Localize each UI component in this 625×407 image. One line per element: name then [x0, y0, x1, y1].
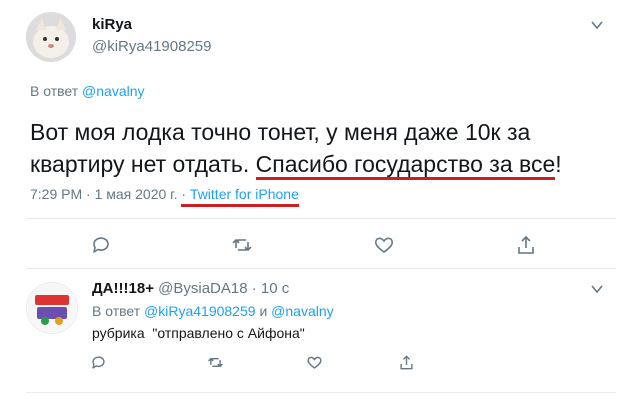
like-icon[interactable] [373, 234, 395, 256]
divider [26, 392, 616, 393]
user-avatar[interactable] [26, 12, 76, 62]
reply-context: В ответ @kiRya41908259 и @navalny [92, 303, 334, 319]
reply-time[interactable]: · 10 с [252, 280, 290, 297]
user-avatar-icon [26, 12, 76, 62]
mention-link[interactable]: @navalny [271, 303, 333, 319]
reply-prefix: В ответ [30, 83, 79, 99]
display-name[interactable]: kiRya [92, 16, 132, 33]
and-word: и [259, 303, 268, 319]
chevron-down-icon[interactable] [590, 18, 604, 32]
user-avatar-icon [27, 283, 77, 333]
tweet-meta: 7:29 PM · 1 мая 2020 г. · Twitter for iP… [30, 186, 299, 207]
reply-handle[interactable]: @BysiaDA18 [158, 280, 247, 297]
tweet-text-highlight: Спасибо государство за все [255, 151, 556, 180]
mention-link[interactable]: @kiRya41908259 [144, 303, 256, 319]
mention-link[interactable]: @navalny [82, 83, 144, 99]
reply-prefix: В ответ [92, 303, 141, 319]
comment-icon[interactable] [90, 354, 107, 371]
reply-context: В ответ @navalny [30, 83, 145, 99]
user-handle[interactable]: @kiRya41908259 [92, 38, 211, 55]
chevron-down-icon[interactable] [590, 282, 604, 296]
divider [26, 268, 616, 269]
reply-avatar[interactable] [26, 282, 78, 334]
reply-display-name[interactable]: ДА!!!18+ [92, 280, 154, 297]
tweet-text: Вот моя лодка точно тонет, у меня даже 1… [30, 116, 610, 180]
tweet-text-part3: ! [555, 151, 562, 177]
share-icon[interactable] [398, 354, 415, 371]
retweet-icon[interactable] [231, 234, 253, 256]
tweet-timestamp[interactable]: 7:29 PM · 1 мая 2020 г. [30, 186, 177, 202]
comment-icon[interactable] [90, 234, 112, 256]
share-icon[interactable] [515, 234, 537, 256]
reply-header: ДА!!!18+ @BysiaDA18 · 10 с [92, 280, 289, 297]
tweet-source-link[interactable]: Twitter for iPhone [190, 186, 299, 202]
retweet-icon[interactable] [207, 354, 224, 371]
like-icon[interactable] [306, 354, 323, 371]
source-separator: · [181, 186, 187, 202]
reply-text: рубрика "отправлено с Айфона" [92, 325, 305, 341]
source-underline: · Twitter for iPhone [181, 186, 299, 207]
divider [26, 218, 616, 219]
